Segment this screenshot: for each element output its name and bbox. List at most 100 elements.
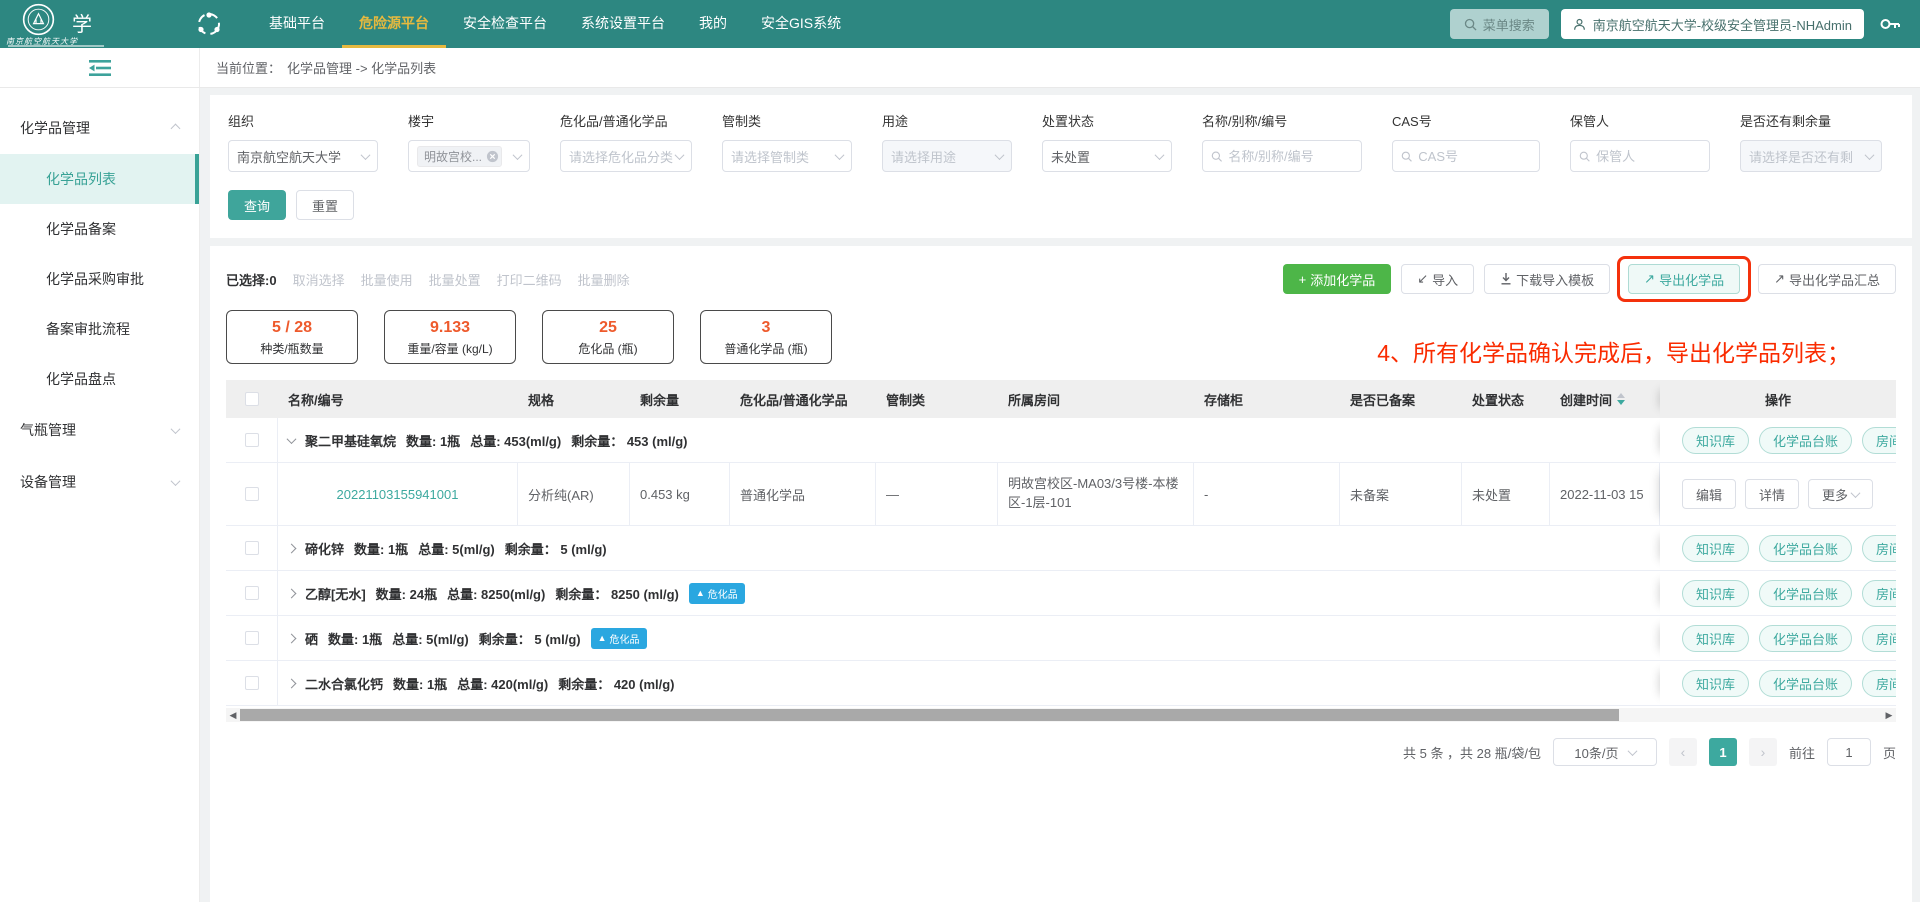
room-ledger-button[interactable]: 房间 — [1862, 625, 1896, 652]
control-class-select[interactable]: 请选择管制类 — [722, 140, 852, 172]
more-button[interactable]: 更多 — [1808, 479, 1873, 509]
room-ledger-button[interactable]: 房间 — [1862, 670, 1896, 697]
warning-triangle-icon: ▲ — [696, 588, 705, 598]
export-summary-button[interactable]: ↗ 导出化学品汇总 — [1758, 264, 1896, 294]
batch-dispose-link[interactable]: 批量处置 — [429, 270, 481, 289]
collapse-menu-icon — [89, 60, 111, 76]
stat-ordinary-count: 3 普通化学品 (瓶) — [700, 310, 832, 364]
knowledge-base-button[interactable]: 知识库 — [1682, 580, 1749, 607]
row-checkbox[interactable] — [245, 586, 259, 600]
tab-safety-gis[interactable]: 安全GIS系统 — [744, 0, 858, 48]
sort-created-control[interactable] — [1617, 393, 1625, 405]
tab-system-settings-platform[interactable]: 系统设置平台 — [564, 0, 682, 48]
sidebar-group-gas-cylinder-mgmt[interactable]: 气瓶管理 — [0, 404, 199, 456]
room-ledger-button[interactable]: 房间 — [1862, 535, 1896, 562]
sidebar-group-chemical-mgmt[interactable]: 化学品管理 — [0, 102, 199, 154]
batch-use-link[interactable]: 批量使用 — [361, 270, 413, 289]
room-ledger-button[interactable]: 房间 — [1862, 580, 1896, 607]
prev-page-button[interactable]: ‹ — [1669, 738, 1697, 766]
knowledge-base-button[interactable]: 知识库 — [1682, 625, 1749, 652]
hazard-type-select[interactable]: 请选择危化品分类 — [560, 140, 692, 172]
select-all-checkbox[interactable] — [245, 392, 259, 406]
spec-cell: 分析纯(AR) — [518, 463, 630, 525]
building-select[interactable]: 明故宫校... — [408, 140, 530, 172]
sidebar-group-label: 气瓶管理 — [20, 420, 76, 440]
import-button[interactable]: ↙ 导入 — [1401, 264, 1474, 294]
sidebar-item-chemical-list[interactable]: 化学品列表 — [0, 154, 199, 204]
scroll-right-arrow[interactable]: ▶ — [1882, 710, 1896, 721]
row-checkbox[interactable] — [245, 487, 259, 501]
sidebar-group-equipment-mgmt[interactable]: 设备管理 — [0, 456, 199, 508]
row-checkbox[interactable] — [245, 631, 259, 645]
edit-button[interactable]: 编辑 — [1682, 479, 1736, 509]
control-class-placeholder: 请选择管制类 — [731, 147, 809, 166]
stat-label: 危化品 (瓶) — [578, 340, 637, 357]
tab-basic-platform[interactable]: 基础平台 — [252, 0, 342, 48]
stat-weight-volume: 9.133 重量/容量 (kg/L) — [384, 310, 516, 364]
chemical-name: 硒 — [305, 629, 318, 648]
knowledge-base-button[interactable]: 知识库 — [1682, 535, 1749, 562]
tab-mine[interactable]: 我的 — [682, 0, 744, 48]
knowledge-base-button[interactable]: 知识库 — [1682, 427, 1749, 454]
tag-clear-icon[interactable] — [486, 150, 499, 163]
sidebar-item-purchase-approval[interactable]: 化学品采购审批 — [0, 254, 199, 304]
sidebar-item-chemical-inventory[interactable]: 化学品盘点 — [0, 354, 199, 404]
col-disposal: 处置状态 — [1462, 380, 1550, 418]
reset-button[interactable]: 重置 — [296, 190, 354, 220]
filter-label-building: 楼宇 — [408, 111, 530, 130]
sidebar-collapse-button[interactable] — [0, 48, 200, 87]
scrollbar-track[interactable] — [240, 709, 1882, 721]
expand-row-icon[interactable] — [287, 588, 297, 598]
chemical-remaining: 剩余量： 5 (ml/g) — [505, 539, 607, 558]
query-button[interactable]: 查询 — [228, 190, 286, 220]
goto-page-input[interactable] — [1827, 738, 1871, 766]
name-code-input[interactable] — [1228, 149, 1353, 164]
chemical-ledger-button[interactable]: 化学品台账 — [1759, 625, 1852, 652]
tab-safety-inspection-platform[interactable]: 安全检查平台 — [446, 0, 564, 48]
cancel-selection-link[interactable]: 取消选择 — [293, 270, 345, 289]
room-ledger-button[interactable]: 房间 — [1862, 427, 1896, 454]
search-icon — [1464, 18, 1477, 31]
org-select[interactable]: 南京航空航天大学 — [228, 140, 378, 172]
expand-row-icon[interactable] — [287, 678, 297, 688]
scrollbar-thumb[interactable] — [240, 709, 1619, 721]
expand-row-icon[interactable] — [287, 543, 297, 553]
logout-key-icon[interactable] — [1878, 12, 1902, 36]
tab-hazard-source-platform[interactable]: 危险源平台 — [342, 0, 446, 48]
row-checkbox[interactable] — [245, 541, 259, 555]
download-template-label: 下载导入模板 — [1516, 270, 1594, 289]
chevron-down-icon — [361, 150, 371, 160]
sidebar-item-chemical-record[interactable]: 化学品备案 — [0, 204, 199, 254]
menu-search-button[interactable]: 菜单搜索 — [1450, 9, 1549, 39]
chemical-ledger-button[interactable]: 化学品台账 — [1759, 427, 1852, 454]
expand-row-icon[interactable] — [287, 633, 297, 643]
row-checkbox[interactable] — [245, 676, 259, 690]
chemical-ledger-button[interactable]: 化学品台账 — [1759, 535, 1852, 562]
print-qrcode-link[interactable]: 打印二维码 — [497, 270, 562, 289]
cas-input[interactable] — [1418, 149, 1531, 164]
export-chemicals-button[interactable]: ↗ 导出化学品 — [1628, 264, 1740, 294]
page-size-select[interactable]: 10条/页 — [1553, 738, 1657, 766]
row-checkbox[interactable] — [245, 433, 259, 447]
has-remaining-select[interactable]: 请选择是否还有剩 — [1740, 140, 1882, 172]
usage-select[interactable]: 请选择用途 — [882, 140, 1012, 172]
sidebar-nav: 化学品管理 化学品列表 化学品备案 化学品采购审批 备案审批流程 化学品盘点 气… — [0, 88, 200, 902]
download-template-button[interactable]: 下载导入模板 — [1484, 264, 1610, 294]
batch-delete-link[interactable]: 批量删除 — [578, 270, 630, 289]
keeper-input[interactable] — [1596, 149, 1701, 164]
scroll-left-arrow[interactable]: ◀ — [226, 710, 240, 721]
next-page-button[interactable]: › — [1749, 738, 1777, 766]
chemical-code-link[interactable]: 20221103155941001 — [337, 487, 459, 502]
chemical-ledger-button[interactable]: 化学品台账 — [1759, 670, 1852, 697]
knowledge-base-button[interactable]: 知识库 — [1682, 670, 1749, 697]
collapse-row-icon[interactable] — [287, 434, 297, 444]
disposal-status-select[interactable]: 未处置 — [1042, 140, 1172, 172]
add-chemical-button[interactable]: + 添加化学品 — [1283, 264, 1392, 294]
detail-button[interactable]: 详情 — [1745, 479, 1799, 509]
stat-hazardous-count: 25 危化品 (瓶) — [542, 310, 674, 364]
sidebar-item-record-approval-flow[interactable]: 备案审批流程 — [0, 304, 199, 354]
current-page-button[interactable]: 1 — [1709, 738, 1737, 766]
user-account-button[interactable]: 南京航空航天大学-校级安全管理员-NHAdmin — [1561, 9, 1864, 39]
chemical-qty: 数量: 1瓶 — [406, 431, 460, 450]
chemical-ledger-button[interactable]: 化学品台账 — [1759, 580, 1852, 607]
